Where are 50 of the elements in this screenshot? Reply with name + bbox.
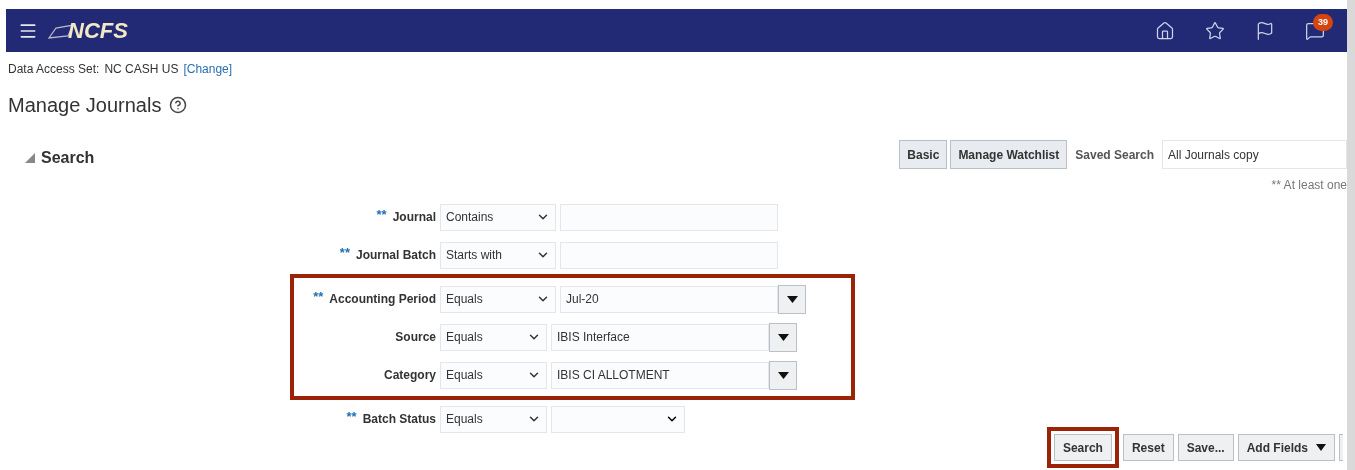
data-access-value: NC CASH US: [104, 61, 179, 78]
triangle-down-icon: [777, 333, 789, 341]
dropdown-button[interactable]: [778, 284, 806, 314]
triangle-down-icon: [786, 295, 798, 303]
operator-select[interactable]: Starts with: [440, 241, 556, 269]
required-mark: **: [376, 207, 387, 221]
collapse-triangle-icon[interactable]: [25, 153, 35, 163]
dropdown-button[interactable]: [769, 360, 797, 390]
action-button[interactable]: Save...: [1177, 434, 1234, 461]
logo-text: NCFS: [68, 17, 128, 45]
action-button[interactable]: Reset: [1122, 434, 1174, 461]
star-icon[interactable]: [1205, 20, 1225, 41]
saved-search-field[interactable]: All Journals copy: [1162, 140, 1347, 169]
toolbar-button[interactable]: Manage Watchlist: [950, 140, 1068, 169]
toolbar-button[interactable]: Basic: [899, 140, 948, 169]
required-note: ** At least one: [1271, 177, 1347, 194]
help-icon[interactable]: [169, 96, 188, 114]
value-input[interactable]: [560, 203, 778, 231]
field-label: Source: [395, 329, 436, 346]
home-icon[interactable]: [1155, 20, 1175, 41]
value-input[interactable]: [560, 241, 778, 269]
field-label: Journal: [392, 209, 436, 226]
value-input[interactable]: IBIS CI ALLOTMENT: [551, 361, 769, 389]
required-mark: **: [346, 409, 357, 423]
action-button[interactable]: Add Fields: [1237, 434, 1335, 461]
saved-search-label: Saved Search: [1075, 146, 1154, 164]
action-button[interactable]: Search: [1053, 434, 1112, 461]
value-input[interactable]: IBIS Interface: [551, 323, 769, 351]
dropdown-button[interactable]: [769, 322, 797, 352]
button-edge: [1339, 434, 1343, 461]
operator-select[interactable]: Contains: [440, 203, 556, 231]
field-label: Accounting Period: [329, 291, 436, 308]
field-label: Batch Status: [362, 411, 436, 428]
value-input[interactable]: Jul-20: [560, 285, 778, 313]
triangle-down-icon: [1316, 444, 1326, 451]
section-title: Search: [41, 148, 95, 168]
operator-select[interactable]: Equals: [440, 405, 547, 433]
change-link[interactable]: [Change]: [183, 60, 233, 78]
operator-select[interactable]: Equals: [440, 361, 547, 389]
data-access-label: Data Access Set:: [8, 61, 100, 78]
triangle-down-icon: [777, 371, 789, 379]
operator-select[interactable]: Equals: [440, 323, 547, 351]
required-mark: **: [313, 289, 324, 303]
flag-icon[interactable]: [1255, 20, 1275, 41]
field-label: Journal Batch: [356, 247, 436, 264]
required-mark: **: [339, 245, 350, 259]
field-label: Category: [384, 367, 436, 384]
page-title: Manage Journals: [8, 93, 162, 118]
operator-select[interactable]: Equals: [440, 285, 556, 313]
notification-badge: 39: [1313, 13, 1333, 31]
